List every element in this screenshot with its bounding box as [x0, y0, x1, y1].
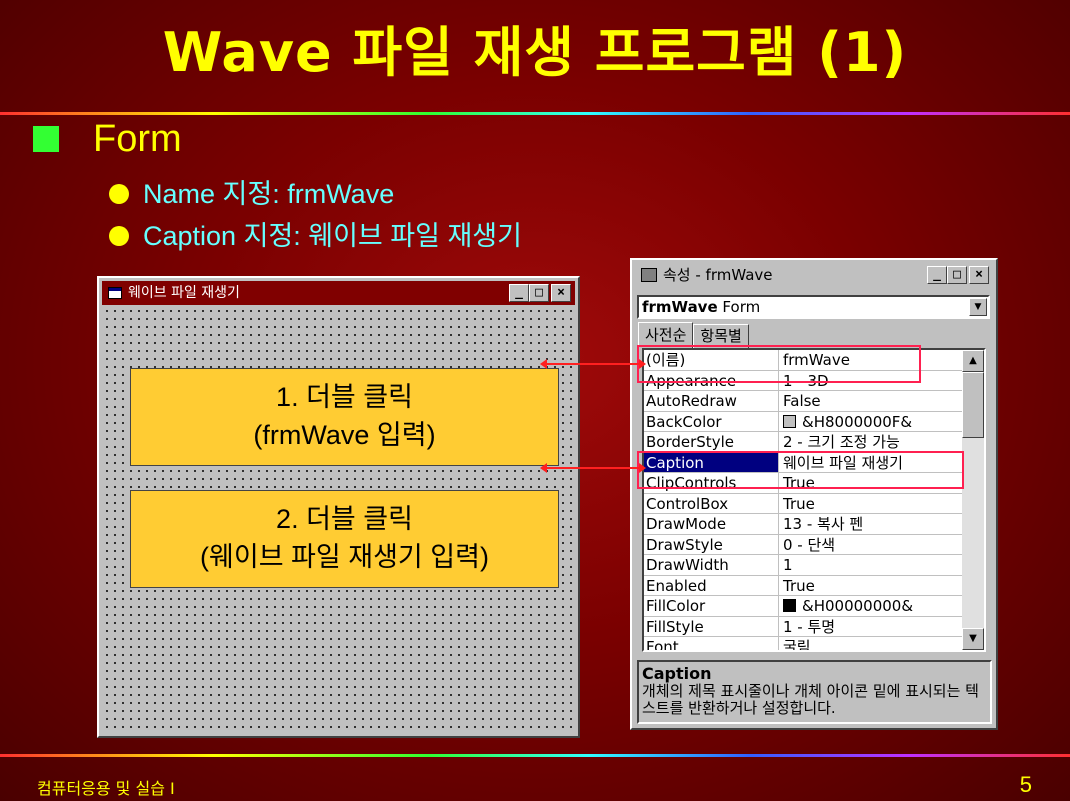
property-row[interactable]: ControlBox True [644, 493, 962, 514]
scroll-thumb[interactable] [962, 372, 984, 438]
property-name: DrawMode [644, 514, 779, 534]
property-row[interactable]: AutoRedraw False [644, 391, 962, 412]
property-description-panel: Caption 개체의 제목 표시줄이나 개체 아이콘 밑에 표시되는 텍스트를… [637, 660, 992, 724]
double-arrow-icon [540, 359, 646, 369]
property-row[interactable]: Enabled True [644, 575, 962, 596]
top-divider [0, 112, 1070, 115]
color-swatch-icon [783, 599, 796, 612]
property-value-text: 2 - 크기 조정 가능 [783, 433, 900, 451]
property-value-text: False [783, 392, 821, 410]
property-value-text: 0 - 단색 [783, 535, 836, 554]
window-buttons: _ □ × [927, 266, 989, 284]
property-value[interactable]: &H8000000F& [781, 412, 962, 432]
bullet-text: Name 지정: frmWave [143, 179, 395, 209]
property-row[interactable]: DrawStyle 0 - 단색 [644, 534, 962, 555]
green-square-bullet-icon [33, 126, 59, 152]
window-buttons: _ □ × [509, 284, 571, 302]
property-value-text: &H8000000F& [802, 412, 913, 431]
property-name: Font [644, 637, 779, 650]
footer-course-name: 컴퓨터응용 및 실습 I [37, 779, 175, 798]
property-name: AutoRedraw [644, 391, 779, 411]
property-value[interactable]: False [781, 391, 962, 411]
property-value[interactable]: &H00000000& [781, 596, 962, 616]
section-heading: Form [93, 118, 182, 160]
description-text: 개체의 제목 표시줄이나 개체 아이콘 밑에 표시되는 텍스트를 반환하거나 설… [642, 682, 979, 717]
description-title: Caption [642, 664, 712, 683]
property-value[interactable]: True [781, 576, 962, 596]
properties-title-bar[interactable]: 속성 - frmWave _ □ × [635, 263, 993, 287]
property-value[interactable]: 13 - 복사 펜 [781, 514, 962, 534]
callout-step-1: 1. 더블 클릭 (frmWave 입력) [130, 368, 559, 466]
page-number: 5 [1019, 772, 1032, 797]
property-row[interactable]: FillStyle 1 - 투명 [644, 616, 962, 637]
property-value[interactable]: 1 - 투명 [781, 617, 962, 637]
form-title-text: 웨이브 파일 재생기 [128, 285, 240, 301]
property-name: DrawWidth [644, 555, 779, 575]
maximize-button[interactable]: □ [947, 266, 967, 284]
double-arrow-icon [540, 463, 646, 473]
yellow-dot-bullet-icon [109, 184, 129, 204]
property-row[interactable]: DrawWidth 1 [644, 555, 962, 576]
color-swatch-icon [783, 414, 796, 428]
property-name: FillColor [644, 596, 779, 616]
bullet-text: Caption 지정: 웨이브 파일 재생기 [143, 221, 522, 251]
minimize-button[interactable]: _ [509, 284, 529, 302]
callout-line: (frmWave 입력) [253, 420, 436, 450]
callout-step-2: 2. 더블 클릭 (웨이브 파일 재생기 입력) [130, 490, 559, 588]
scroll-up-icon[interactable]: ▲ [962, 350, 984, 372]
property-value-text: &H00000000& [802, 597, 914, 615]
property-value-text: 굴림 [783, 638, 811, 652]
property-name: DrawStyle [644, 534, 779, 554]
slide-title: Wave 파일 재생 프로그램 (1) [162, 21, 908, 84]
property-value[interactable]: 0 - 단색 [781, 535, 962, 555]
property-name: BorderStyle [644, 432, 779, 452]
minimize-button[interactable]: _ [927, 266, 947, 284]
chevron-down-icon[interactable]: ▼ [969, 298, 987, 316]
property-name: Enabled [644, 575, 779, 595]
callout-line: 2. 더블 클릭 [276, 504, 413, 534]
object-type: Form [722, 298, 761, 316]
property-row[interactable]: DrawMode 13 - 복사 펜 [644, 514, 962, 535]
property-value-text: 1 - 투명 [783, 617, 836, 636]
object-selector-dropdown[interactable]: frmWave Form ▼ [637, 295, 990, 319]
bullet-item-name: Name 지정: frmWave [109, 172, 394, 211]
property-value[interactable]: 굴림 [781, 637, 962, 652]
property-value-text: 1 [783, 556, 793, 574]
callout-line: (웨이브 파일 재생기 입력) [200, 542, 489, 572]
property-row[interactable]: FillColor &H00000000& [644, 596, 962, 617]
properties-window-icon [641, 268, 657, 282]
form-design-surface[interactable]: 1. 더블 클릭 (frmWave 입력) 2. 더블 클릭 (웨이브 파일 재… [103, 307, 574, 732]
object-name: frmWave [642, 298, 718, 316]
property-value[interactable]: 1 [781, 555, 962, 575]
form-title-bar[interactable]: 웨이브 파일 재생기 _ □ × [102, 281, 575, 305]
highlight-box-name-row [637, 345, 921, 383]
property-value-text: 13 - 복사 펜 [783, 515, 864, 533]
properties-title-text: 속성 - frmWave [663, 266, 773, 284]
property-value-text: True [783, 576, 815, 595]
bottom-divider [0, 754, 1070, 757]
callout-line: 1. 더블 클릭 [276, 382, 413, 412]
highlight-box-caption-row [637, 451, 964, 489]
property-value-text: True [783, 494, 815, 513]
property-row[interactable]: Font 굴림 [644, 637, 962, 652]
property-name: FillStyle [644, 616, 779, 636]
property-grid-scrollbar[interactable]: ▲ ▼ [962, 350, 984, 650]
form-window-icon [108, 287, 122, 299]
properties-window[interactable]: 속성 - frmWave _ □ × frmWave Form ▼ 사전순 항목… [630, 258, 998, 730]
property-name: BackColor [644, 411, 779, 431]
form-designer-window[interactable]: 웨이브 파일 재생기 _ □ × 1. 더블 클릭 (frmWave 입력) 2… [97, 276, 580, 738]
property-row[interactable]: BackColor &H8000000F& [644, 411, 962, 432]
bullet-item-caption: Caption 지정: 웨이브 파일 재생기 [109, 214, 522, 253]
property-rows: (이름) frmWave Appearance 1 - 3D AutoRedraw Fal… [644, 350, 962, 652]
maximize-button[interactable]: □ [529, 284, 549, 302]
property-row[interactable]: BorderStyle 2 - 크기 조정 가능 [644, 432, 962, 453]
close-button[interactable]: × [969, 266, 989, 284]
scroll-down-icon[interactable]: ▼ [962, 628, 984, 650]
property-value[interactable]: True [781, 494, 962, 514]
close-button[interactable]: × [551, 284, 571, 302]
property-name: ControlBox [644, 493, 779, 513]
yellow-dot-bullet-icon [109, 226, 129, 246]
property-grid[interactable]: (이름) frmWave Appearance 1 - 3D AutoRedraw Fal… [642, 348, 986, 652]
property-value[interactable]: 2 - 크기 조정 가능 [781, 432, 962, 452]
